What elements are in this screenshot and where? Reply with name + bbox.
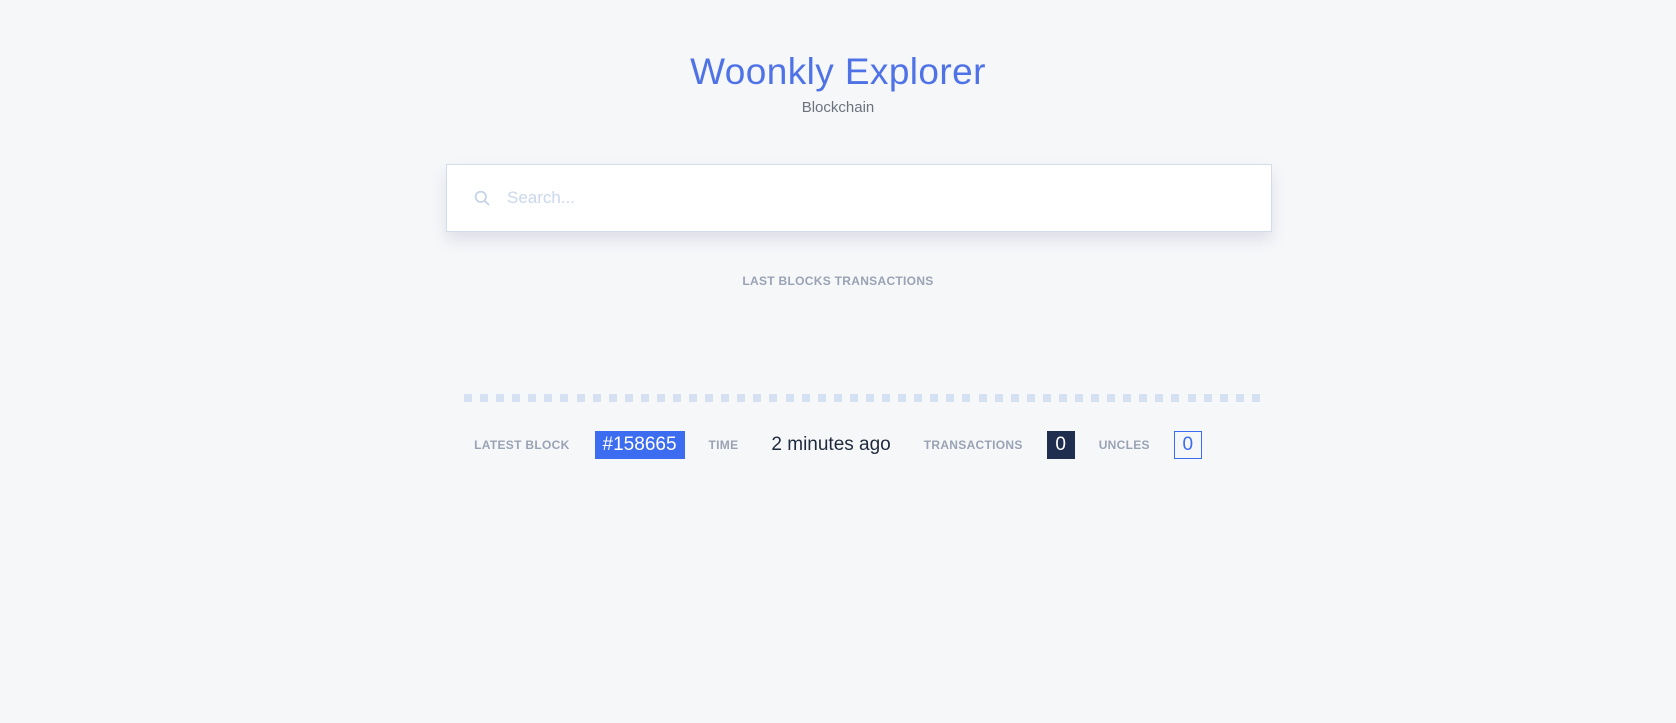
- block-square[interactable]: [673, 394, 682, 402]
- time-value: 2 minutes ago: [771, 434, 891, 455]
- block-square[interactable]: [930, 394, 939, 402]
- block-square[interactable]: [608, 394, 617, 402]
- block-square[interactable]: [914, 394, 923, 402]
- block-square[interactable]: [544, 394, 553, 402]
- block-square[interactable]: [865, 394, 874, 402]
- block-square[interactable]: [753, 394, 762, 402]
- block-square[interactable]: [1026, 394, 1035, 402]
- status-bar: LATEST BLOCK #158665 TIME 2 minutes ago …: [0, 430, 1676, 460]
- block-square[interactable]: [833, 394, 842, 402]
- search-icon: [473, 189, 491, 207]
- block-square[interactable]: [1010, 394, 1019, 402]
- latest-block-badge[interactable]: #158665: [594, 431, 685, 459]
- block-square[interactable]: [528, 394, 537, 402]
- uncles-label: UNCLES: [1098, 438, 1150, 452]
- block-square[interactable]: [1058, 394, 1067, 402]
- latest-block-label: LATEST BLOCK: [474, 438, 570, 452]
- block-square[interactable]: [496, 394, 505, 402]
- block-square[interactable]: [560, 394, 569, 402]
- block-square[interactable]: [721, 394, 730, 402]
- block-square[interactable]: [464, 394, 472, 402]
- block-square[interactable]: [1155, 394, 1164, 402]
- block-square[interactable]: [1042, 394, 1051, 402]
- block-square[interactable]: [512, 394, 521, 402]
- block-square[interactable]: [769, 394, 778, 402]
- block-square[interactable]: [801, 394, 810, 402]
- block-square[interactable]: [1139, 394, 1148, 402]
- block-square[interactable]: [849, 394, 858, 402]
- block-square[interactable]: [785, 394, 794, 402]
- transactions-count-badge: 0: [1046, 431, 1075, 459]
- block-square[interactable]: [882, 394, 891, 402]
- block-square[interactable]: [480, 394, 489, 402]
- block-square[interactable]: [898, 394, 907, 402]
- transactions-label: TRANSACTIONS: [923, 438, 1023, 452]
- block-square[interactable]: [1235, 394, 1244, 402]
- uncles-count-badge: 0: [1173, 431, 1202, 459]
- block-square[interactable]: [640, 394, 649, 402]
- block-square[interactable]: [656, 394, 665, 402]
- block-square[interactable]: [1251, 394, 1260, 402]
- block-square[interactable]: [978, 394, 987, 402]
- block-square[interactable]: [994, 394, 1003, 402]
- block-square[interactable]: [705, 394, 714, 402]
- block-square[interactable]: [1219, 394, 1228, 402]
- block-square[interactable]: [592, 394, 601, 402]
- block-square[interactable]: [1187, 394, 1196, 402]
- last-blocks-label: LAST BLOCKS TRANSACTIONS: [742, 274, 934, 288]
- block-square[interactable]: [737, 394, 746, 402]
- block-square[interactable]: [1074, 394, 1083, 402]
- app-subtitle: Blockchain: [801, 99, 875, 116]
- site-header: Woonkly Explorer Blockchain: [0, 48, 1676, 118]
- block-square[interactable]: [962, 394, 971, 402]
- block-square[interactable]: [1203, 394, 1212, 402]
- block-square[interactable]: [624, 394, 633, 402]
- block-square[interactable]: [576, 394, 585, 402]
- block-square[interactable]: [1091, 394, 1100, 402]
- block-square[interactable]: [1123, 394, 1132, 402]
- search-box[interactable]: [446, 164, 1272, 232]
- block-square[interactable]: [689, 394, 698, 402]
- time-label: TIME: [708, 438, 739, 452]
- block-square[interactable]: [946, 394, 955, 402]
- blocks-strip: [464, 394, 1260, 402]
- block-square[interactable]: [1107, 394, 1116, 402]
- block-square[interactable]: [817, 394, 826, 402]
- app-title: Woonkly Explorer: [690, 51, 986, 92]
- search-input[interactable]: [507, 178, 1251, 218]
- block-square[interactable]: [1171, 394, 1180, 402]
